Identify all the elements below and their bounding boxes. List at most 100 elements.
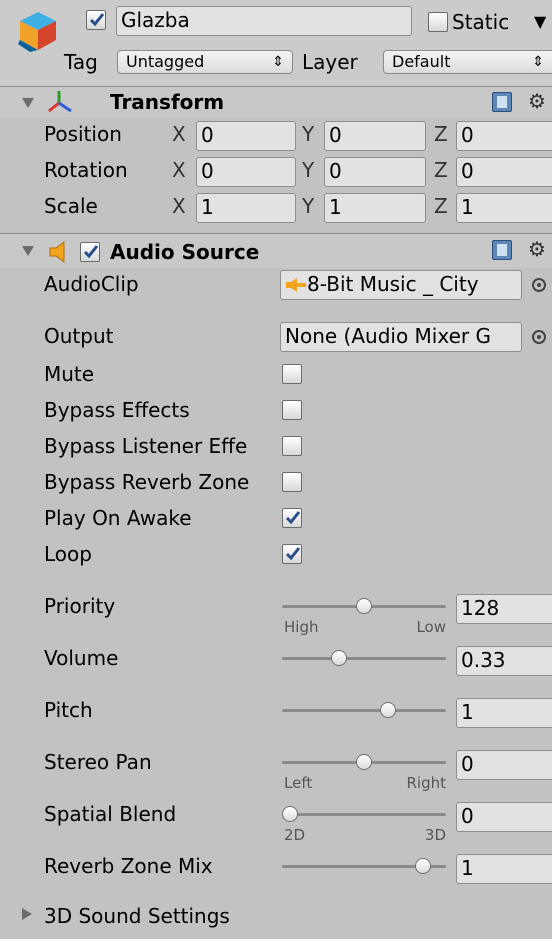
axis-z-label[interactable]: Z	[434, 157, 448, 183]
axis-z-label[interactable]: Z	[434, 193, 448, 219]
slider-value-field[interactable]: 0.33	[456, 646, 552, 676]
axis-x-label[interactable]: X	[172, 193, 186, 219]
toggle-label: Bypass Reverb Zone	[44, 470, 250, 494]
audio-source-title: Audio Source	[110, 240, 260, 264]
output-field[interactable]: None (Audio Mixer G	[280, 322, 522, 352]
transform-z-value: 0	[461, 123, 474, 147]
slider-max-label: 3D	[424, 826, 446, 844]
updown-arrow-icon: ⇕	[532, 54, 544, 70]
transform-y-value: 0	[329, 123, 342, 147]
slider-thumb[interactable]	[415, 858, 432, 874]
slider-track[interactable]	[282, 657, 446, 660]
axis-x-label[interactable]: X	[172, 157, 186, 183]
axis-y-label[interactable]: Y	[302, 121, 314, 147]
static-dropdown-arrow-icon[interactable]: ▼	[534, 12, 546, 31]
updown-arrow-icon: ⇕	[272, 54, 284, 70]
transform-x-field[interactable]: 0	[196, 157, 296, 187]
audioclip-value: 8-Bit Music _ City	[307, 272, 479, 296]
tag-value: Untagged	[126, 52, 205, 71]
object-picker-icon[interactable]	[532, 278, 546, 292]
transform-row-label: Scale	[44, 194, 98, 218]
gameobject-name-text: Glazba	[121, 8, 190, 32]
transform-x-field[interactable]: 1	[196, 193, 296, 223]
transform-z-field[interactable]: 1	[456, 193, 552, 223]
slider-label: Priority	[44, 594, 116, 618]
transform-x-value: 1	[201, 195, 214, 219]
transform-row-label: Rotation	[44, 158, 128, 182]
axis-x-label[interactable]: X	[172, 121, 186, 147]
toggle-checkbox[interactable]	[282, 436, 302, 456]
transform-x-value: 0	[201, 123, 214, 147]
toggle-checkbox[interactable]	[282, 472, 302, 492]
slider-label: Spatial Blend	[44, 802, 177, 826]
checkmark-icon	[89, 13, 105, 27]
gameobject-cube-icon	[18, 12, 56, 52]
audio-foldout-arrow-icon[interactable]	[22, 246, 34, 256]
static-checkbox[interactable]	[428, 12, 448, 32]
slider-value: 128	[461, 596, 500, 620]
toggle-label: Bypass Effects	[44, 398, 190, 422]
checkmark-icon	[285, 511, 301, 525]
transform-foldout-arrow-icon[interactable]	[22, 98, 34, 108]
toggle-checkbox[interactable]	[282, 364, 302, 384]
audioclip-field[interactable]: 8-Bit Music _ City	[280, 270, 522, 300]
transform-row-label: Position	[44, 122, 122, 146]
slider-thumb[interactable]	[356, 754, 372, 770]
transform-y-value: 1	[329, 195, 342, 219]
slider-label: Reverb Zone Mix	[44, 854, 213, 878]
toggle-label: Mute	[44, 362, 95, 386]
transform-y-field[interactable]: 1	[324, 193, 426, 223]
axis-y-label[interactable]: Y	[302, 193, 314, 219]
gear-icon[interactable]: ⚙	[528, 238, 546, 260]
audio-source-enabled-checkbox[interactable]	[80, 242, 100, 262]
slider-label: Volume	[44, 646, 119, 670]
transform-y-field[interactable]: 0	[324, 121, 426, 151]
transform-x-value: 0	[201, 159, 214, 183]
speaker-icon	[49, 241, 65, 263]
object-picker-icon[interactable]	[532, 330, 546, 344]
transform-x-field[interactable]: 0	[196, 121, 296, 151]
slider-thumb[interactable]	[356, 598, 372, 614]
help-book-icon[interactable]	[492, 240, 512, 260]
slider-value-field[interactable]: 1	[456, 854, 552, 884]
axis-y-label[interactable]: Y	[302, 157, 314, 183]
slider-thumb[interactable]	[379, 702, 396, 718]
transform-title: Transform	[110, 90, 225, 114]
axis-z-label[interactable]: Z	[434, 121, 448, 147]
audioclip-label: AudioClip	[44, 272, 139, 296]
slider-max-label: Right	[406, 774, 447, 792]
slider-track[interactable]	[282, 709, 446, 712]
static-label: Static	[452, 10, 510, 34]
slider-min-label: High	[284, 618, 319, 636]
slider-thumb[interactable]	[330, 650, 347, 666]
tag-dropdown[interactable]: Untagged ⇕	[117, 50, 293, 74]
gameobject-name-field[interactable]: Glazba	[116, 6, 412, 36]
sound3d-foldout-arrow-icon[interactable]	[22, 908, 32, 920]
slider-value: 1	[461, 700, 474, 724]
transform-z-value: 0	[461, 159, 474, 183]
toggle-checkbox[interactable]	[282, 544, 302, 564]
checkmark-icon	[285, 547, 301, 561]
slider-value: 1	[461, 856, 474, 880]
slider-value-field[interactable]: 1	[456, 698, 552, 728]
toggle-checkbox[interactable]	[282, 400, 302, 420]
gameobject-active-checkbox[interactable]	[86, 10, 106, 30]
layer-dropdown[interactable]: Default ⇕	[383, 50, 552, 74]
help-book-icon[interactable]	[492, 92, 512, 112]
slider-value-field[interactable]: 0	[456, 750, 552, 780]
sound3d-settings-label[interactable]: 3D Sound Settings	[44, 904, 230, 928]
slider-value: 0.33	[461, 648, 506, 672]
slider-track[interactable]	[282, 813, 446, 816]
slider-min-label: Left	[284, 774, 313, 792]
transform-y-field[interactable]: 0	[324, 157, 426, 187]
slider-value-field[interactable]: 128	[456, 594, 552, 624]
slider-thumb[interactable]	[282, 806, 298, 822]
transform-header[interactable]	[0, 87, 552, 117]
slider-value-field[interactable]: 0	[456, 802, 552, 832]
gear-icon[interactable]: ⚙	[528, 90, 546, 112]
transform-y-value: 0	[329, 159, 342, 183]
toggle-checkbox[interactable]	[282, 508, 302, 528]
slider-label: Stereo Pan	[44, 750, 152, 774]
transform-z-field[interactable]: 0	[456, 121, 552, 151]
transform-z-field[interactable]: 0	[456, 157, 552, 187]
